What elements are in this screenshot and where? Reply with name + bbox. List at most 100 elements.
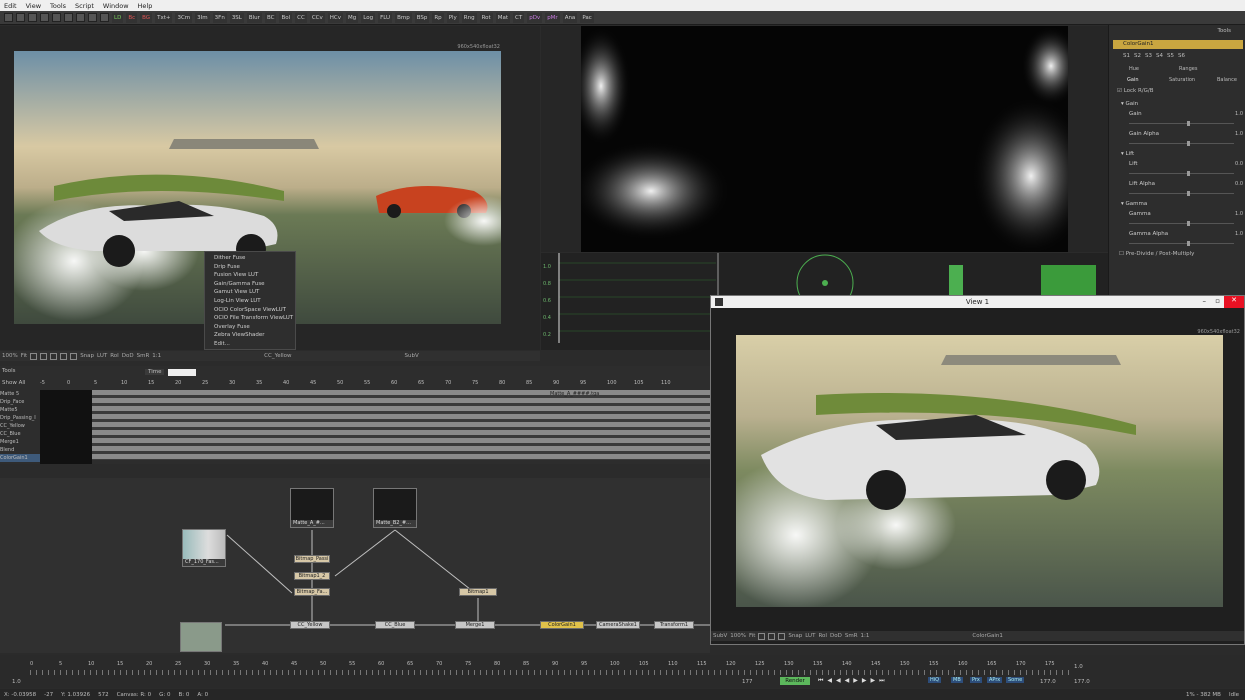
toolbar-flu-button[interactable]: FLU xyxy=(378,12,393,23)
gain-alpha-value[interactable]: 1.0 xyxy=(1235,131,1243,137)
view1-image[interactable] xyxy=(736,335,1223,607)
right-viewer[interactable] xyxy=(541,26,1108,252)
toolbar-pac-button[interactable]: Pac xyxy=(580,12,594,23)
render-button[interactable]: Render xyxy=(780,677,810,685)
toolbar-3fn-button[interactable]: 3Fn xyxy=(212,12,227,23)
toolbar-ana-button[interactable]: Ana xyxy=(562,12,578,23)
lift-alpha-slider[interactable] xyxy=(1129,191,1234,196)
subv-button[interactable]: SubV xyxy=(405,353,419,359)
rect-icon[interactable] xyxy=(60,352,68,360)
close-icon[interactable]: ✕ xyxy=(1224,296,1244,308)
menu-window[interactable]: Window xyxy=(103,2,129,10)
gain-group-header[interactable]: ▾ Gain xyxy=(1117,99,1245,109)
lift-alpha-value[interactable]: 0.0 xyxy=(1235,181,1243,187)
aprx-button[interactable]: APrx xyxy=(987,677,1003,683)
ruler-end-value[interactable]: 1.0 xyxy=(1074,664,1083,670)
node-loader-car[interactable] xyxy=(180,622,222,652)
toolbar-ld-button[interactable]: LD xyxy=(112,12,124,23)
track-cc-yellow[interactable]: CC_Yellow xyxy=(0,422,40,430)
toolbar-ct-button[interactable]: CT xyxy=(513,12,525,23)
menu-item-log-lin[interactable]: Log-Lin View LUT xyxy=(205,297,295,306)
menu-script[interactable]: Script xyxy=(75,2,94,10)
view1-zoom[interactable]: 100% xyxy=(730,633,746,639)
tab-ranges[interactable]: Ranges xyxy=(1179,66,1197,72)
track-cc-blue[interactable]: CC_Blue xyxy=(0,430,40,438)
tab-s1[interactable]: S1 xyxy=(1123,53,1130,59)
timeline-bars[interactable] xyxy=(92,390,710,460)
predivide-checkbox[interactable]: ☐ Pre-Divide / Post-Multiply xyxy=(1119,251,1194,257)
maximize-icon[interactable]: ▫ xyxy=(1215,297,1220,305)
toolbar-ccv-button[interactable]: CCv xyxy=(309,12,325,23)
toolbar-bc-button[interactable]: Bc xyxy=(126,12,138,23)
redo-icon[interactable] xyxy=(52,13,61,22)
tab-s3[interactable]: S3 xyxy=(1145,53,1152,59)
view1-dod[interactable]: DoD xyxy=(830,633,842,639)
timeline-tools-label[interactable]: Tools xyxy=(2,368,16,374)
ruler-start-value[interactable]: 1.0 xyxy=(12,679,21,685)
node-cc-blue[interactable]: CC_Blue xyxy=(375,621,415,629)
layout-icon[interactable] xyxy=(100,13,109,22)
mb-button[interactable]: MB xyxy=(951,677,963,683)
toolbar-ply-button[interactable]: Ply xyxy=(446,12,459,23)
view1-rect-icon[interactable] xyxy=(778,632,786,640)
toolbar-bmp-button[interactable]: Bmp xyxy=(395,12,412,23)
toolbar-txt-button[interactable]: Txt+ xyxy=(155,12,173,23)
toolbar-bc-button[interactable]: BC xyxy=(264,12,277,23)
view1-titlebar[interactable]: View 1 – ▫ ✕ xyxy=(711,296,1244,308)
toolbar-blur-button[interactable]: Blur xyxy=(246,12,262,23)
tab-s6[interactable]: S6 xyxy=(1178,53,1185,59)
lock-rgb-checkbox[interactable]: ☑ Lock R/G/B xyxy=(1117,88,1154,94)
open-icon[interactable] xyxy=(16,13,25,22)
tab-balance[interactable]: Balance xyxy=(1217,77,1237,83)
track-drip-passing[interactable]: Drip_Passing_I xyxy=(0,414,40,422)
menu-item-drip[interactable]: Drip Fuse xyxy=(205,263,295,272)
toolbar-rot-button[interactable]: Rot xyxy=(479,12,493,23)
new-icon[interactable] xyxy=(4,13,13,22)
tab-s5[interactable]: S5 xyxy=(1167,53,1174,59)
toolbar-3cm-button[interactable]: 3Cm xyxy=(175,12,193,23)
ratio-button[interactable]: 1:1 xyxy=(152,353,161,359)
toolbar-cc-button[interactable]: CC xyxy=(295,12,307,23)
node-colorgain1[interactable]: ColorGain1 xyxy=(540,621,584,629)
toolbar-bsp-button[interactable]: BSp xyxy=(414,12,430,23)
tab-saturation[interactable]: Saturation xyxy=(1169,77,1195,83)
node-matte-b2[interactable]: Matte_B2_#... xyxy=(373,488,417,528)
menu-help[interactable]: Help xyxy=(138,2,153,10)
view1-pointer-icon[interactable] xyxy=(758,632,766,640)
node-matte-a[interactable]: Matte_A_#... xyxy=(290,488,334,528)
view1-roi[interactable]: RoI xyxy=(818,633,827,639)
menu-item-ocio-file[interactable]: OCIO File Transform ViewLUT xyxy=(205,314,295,323)
menu-item-gain-gamma[interactable]: Gain/Gamma Fuse xyxy=(205,280,295,289)
end-time-2[interactable]: 177.0 xyxy=(1074,679,1090,685)
track-merge1[interactable]: Merge1 xyxy=(0,438,40,446)
polyline-icon[interactable] xyxy=(40,352,48,360)
menu-item-dither[interactable]: Dither Fuse xyxy=(205,254,295,263)
lift-value[interactable]: 0.0 xyxy=(1235,161,1243,167)
copy-icon[interactable] xyxy=(76,13,85,22)
node-camerashake1[interactable]: CameraShake1 xyxy=(596,621,640,629)
toolbar-pmr-button[interactable]: pMr xyxy=(545,12,560,23)
hiq-button[interactable]: HiQ xyxy=(928,677,942,683)
gamma-alpha-value[interactable]: 1.0 xyxy=(1235,231,1243,237)
toolbar-rng-button[interactable]: Rng xyxy=(461,12,477,23)
prx-button[interactable]: Prx xyxy=(970,677,982,683)
menu-view[interactable]: View xyxy=(26,2,41,10)
bspline-icon[interactable] xyxy=(50,352,58,360)
track-matte5b[interactable]: Matte5 xyxy=(0,406,40,414)
some-button[interactable]: Some xyxy=(1006,677,1025,683)
current-frame[interactable]: 177 xyxy=(742,679,753,685)
timeline-ruler[interactable]: -5 0 5 10 15 20 25 30 35 40 45 50 55 60 65 70 75 80 85 90 95… xyxy=(40,380,710,388)
node-transform1[interactable]: Transform1 xyxy=(654,621,694,629)
toolbar-3sl-button[interactable]: 3SL xyxy=(229,12,244,23)
toolbar-log-button[interactable]: Log xyxy=(361,12,376,23)
transport-controls[interactable]: ⏮◀◀◀▶▶▶⏭ xyxy=(818,677,889,685)
view1-ratio[interactable]: 1:1 xyxy=(861,633,870,639)
minimize-icon[interactable]: – xyxy=(1203,297,1207,305)
gain-alpha-slider[interactable] xyxy=(1129,141,1234,146)
menu-item-fusion-lut[interactable]: Fusion View LUT xyxy=(205,271,295,280)
tab-s4[interactable]: S4 xyxy=(1156,53,1163,59)
lift-slider[interactable] xyxy=(1129,171,1234,176)
view1-smr[interactable]: SmR xyxy=(845,633,858,639)
circle-icon[interactable] xyxy=(70,352,78,360)
tab-hue[interactable]: Hue xyxy=(1129,66,1139,72)
